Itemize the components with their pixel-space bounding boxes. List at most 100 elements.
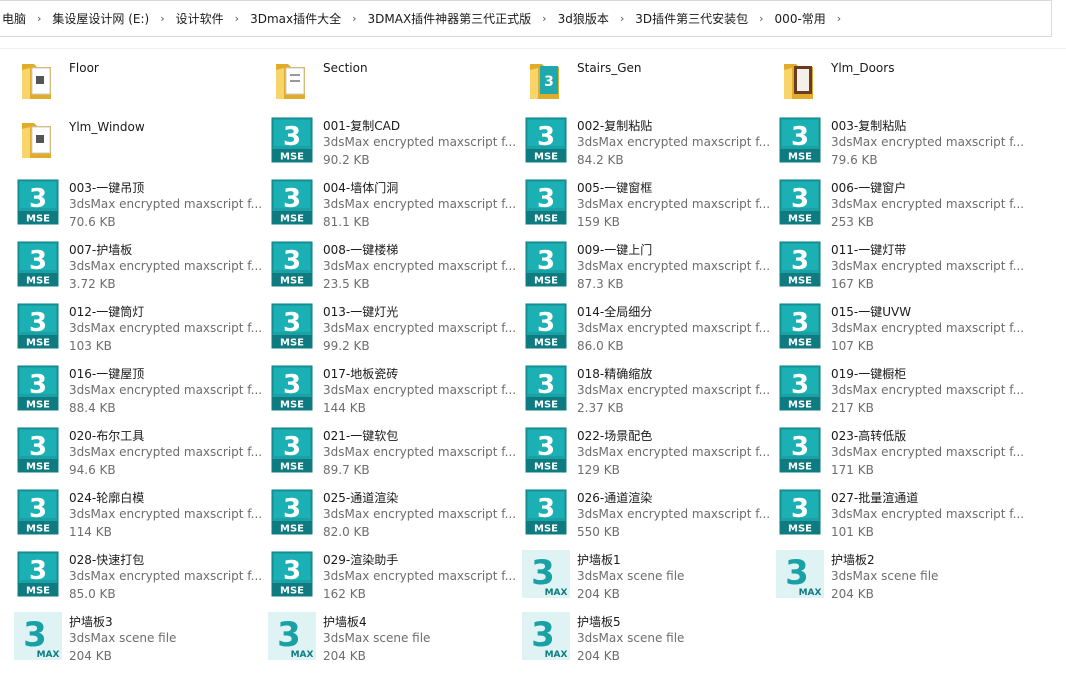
- file-item[interactable]: 3 MSE 011-一键灯带 3dsMax encrypted maxscript f…: [776, 237, 1026, 295]
- file-item[interactable]: 3 MSE 028-快速打包 3dsMax encrypted maxscript f…: [14, 547, 264, 605]
- max-scene-file-icon: 3 MAX: [776, 550, 826, 600]
- file-item[interactable]: 3 MSE 016-一键屋顶 3dsMax encrypted maxscript f…: [14, 361, 264, 419]
- folder-item[interactable]: Section: [268, 54, 518, 112]
- file-item[interactable]: 3 MAX 护墙板1 3dsMax scene file 204 KB: [522, 547, 772, 605]
- file-size: 114 KB: [69, 525, 112, 539]
- file-type: 3dsMax encrypted maxscript f...: [323, 383, 517, 397]
- svg-text:3: 3: [537, 246, 555, 276]
- file-item[interactable]: 3 MSE 004-墙体门洞 3dsMax encrypted maxscript f…: [268, 175, 518, 233]
- folder-item[interactable]: Floor: [14, 54, 264, 112]
- file-item[interactable]: 3 MSE 012-一键筒灯 3dsMax encrypted maxscript f…: [14, 299, 264, 357]
- file-name: 002-复制粘贴: [577, 119, 653, 133]
- svg-text:MSE: MSE: [26, 586, 50, 597]
- file-item[interactable]: 3 MSE 015-一键UVW 3dsMax encrypted maxscript …: [776, 299, 1026, 357]
- svg-text:3: 3: [23, 615, 47, 655]
- file-item[interactable]: 3 MSE 009-一键上门 3dsMax encrypted maxscript f…: [522, 237, 772, 295]
- file-item[interactable]: 3 MAX 护墙板4 3dsMax scene file 204 KB: [268, 609, 518, 667]
- file-type: 3dsMax encrypted maxscript f...: [69, 197, 263, 211]
- maxscript-file-icon: 3 MSE: [270, 364, 320, 414]
- breadcrumb-item[interactable]: 3Dmax插件大全: [248, 10, 343, 27]
- chevron-right-icon[interactable]: ›: [533, 12, 555, 25]
- file-name: 028-快速打包: [69, 553, 145, 567]
- svg-text:3: 3: [29, 246, 47, 276]
- breadcrumb-item[interactable]: 集设屋设计网 (E:): [50, 10, 151, 27]
- file-item[interactable]: 3 MSE 020-布尔工具 3dsMax encrypted maxscript f…: [14, 423, 264, 481]
- file-item[interactable]: 3 MSE 025-通道渲染 3dsMax encrypted maxscript f…: [268, 485, 518, 543]
- file-item[interactable]: 3 MAX 护墙板5 3dsMax scene file 204 KB: [522, 609, 772, 667]
- file-item[interactable]: 3 MSE 003-一键吊顶 3dsMax encrypted maxscript f…: [14, 175, 264, 233]
- maxscript-file-icon: 3 MSE: [16, 302, 66, 352]
- file-type: 3dsMax encrypted maxscript f...: [831, 383, 1025, 397]
- svg-text:3: 3: [791, 308, 809, 338]
- file-size: 3.72 KB: [69, 277, 116, 291]
- file-type: 3dsMax encrypted maxscript f...: [69, 321, 263, 335]
- file-item[interactable]: 3 MSE 002-复制粘贴 3dsMax encrypted maxscript f…: [522, 113, 772, 171]
- breadcrumb-item[interactable]: 设计软件: [174, 10, 226, 27]
- file-item[interactable]: 3 MSE 005-一键窗框 3dsMax encrypted maxscript f…: [522, 175, 772, 233]
- maxscript-file-icon: 3 MSE: [524, 240, 574, 290]
- file-item[interactable]: 3 MSE 026-通道渲染 3dsMax encrypted maxscript f…: [522, 485, 772, 543]
- file-item[interactable]: 3 MSE 027-批量渲通道 3dsMax encrypted maxscript …: [776, 485, 1026, 543]
- file-item[interactable]: 3 MAX 护墙板2 3dsMax scene file 204 KB: [776, 547, 1026, 605]
- file-item[interactable]: 3 MSE 019-一键橱柜 3dsMax encrypted maxscript f…: [776, 361, 1026, 419]
- maxscript-file-icon: 3 MSE: [524, 426, 574, 476]
- chevron-right-icon[interactable]: ›: [151, 12, 173, 25]
- max-scene-file-icon: 3 MAX: [522, 612, 572, 662]
- breadcrumb-item[interactable]: 000-常用: [773, 10, 828, 27]
- chevron-right-icon[interactable]: ›: [611, 12, 633, 25]
- file-size: 217 KB: [831, 401, 874, 415]
- file-name: 020-布尔工具: [69, 429, 145, 443]
- file-item[interactable]: 3 MSE 014-全局细分 3dsMax encrypted maxscript f…: [522, 299, 772, 357]
- breadcrumb-item[interactable]: 3D插件第三代安装包: [633, 10, 750, 27]
- svg-text:3: 3: [531, 553, 555, 593]
- file-size: 144 KB: [323, 401, 366, 415]
- folder-item[interactable]: Ylm_Doors: [776, 54, 1026, 112]
- maxscript-file-icon: 3 MSE: [778, 488, 828, 538]
- svg-text:MSE: MSE: [534, 152, 558, 163]
- file-item[interactable]: 3 MSE 018-精确缩放 3dsMax encrypted maxscript f…: [522, 361, 772, 419]
- svg-text:3: 3: [544, 74, 554, 90]
- svg-text:MSE: MSE: [26, 462, 50, 473]
- file-name: 018-精确缩放: [577, 367, 653, 381]
- breadcrumb-item[interactable]: 3d狼版本: [556, 10, 611, 27]
- file-item[interactable]: 3 MSE 003-复制粘贴 3dsMax encrypted maxscript f…: [776, 113, 1026, 171]
- svg-text:3: 3: [537, 308, 555, 338]
- chevron-right-icon[interactable]: ›: [28, 12, 50, 25]
- file-type: 3dsMax encrypted maxscript f...: [577, 321, 771, 335]
- file-size: 85.0 KB: [69, 587, 116, 601]
- file-name: 003-一键吊顶: [69, 181, 145, 195]
- chevron-right-icon[interactable]: ›: [226, 12, 248, 25]
- file-item[interactable]: 3 MSE 007-护墙板 3dsMax encrypted maxscript f.…: [14, 237, 264, 295]
- svg-text:MSE: MSE: [26, 214, 50, 225]
- file-type: 3dsMax encrypted maxscript f...: [831, 445, 1025, 459]
- folder-icon: [270, 54, 320, 104]
- file-name: 护墙板2: [831, 553, 875, 567]
- chevron-right-icon[interactable]: ›: [343, 12, 365, 25]
- address-bar[interactable]: 电脑 › 集设屋设计网 (E:) › 设计软件 › 3Dmax插件大全 › 3DMAX插件神器第…: [0, 0, 1066, 49]
- svg-text:3: 3: [785, 553, 809, 593]
- file-item[interactable]: 3 MAX 护墙板3 3dsMax scene file 204 KB: [14, 609, 264, 667]
- file-item[interactable]: 3 MSE 001-复制CAD 3dsMax encrypted maxscript …: [268, 113, 518, 171]
- file-item[interactable]: 3 MSE 023-高转低版 3dsMax encrypted maxscript f…: [776, 423, 1026, 481]
- file-item[interactable]: 3 MSE 013-一键灯光 3dsMax encrypted maxscript f…: [268, 299, 518, 357]
- breadcrumb-item[interactable]: 电脑: [0, 10, 28, 27]
- breadcrumb-item[interactable]: 3DMAX插件神器第三代正式版: [366, 10, 534, 27]
- folder-item[interactable]: 3 Stairs_Gen: [522, 54, 772, 112]
- file-item[interactable]: 3 MSE 008-一键楼梯 3dsMax encrypted maxscript f…: [268, 237, 518, 295]
- chevron-right-icon[interactable]: ›: [750, 12, 772, 25]
- folder-item[interactable]: Ylm_Window: [14, 113, 264, 171]
- svg-text:3: 3: [537, 122, 555, 152]
- file-item[interactable]: 3 MSE 017-地板瓷砖 3dsMax encrypted maxscript f…: [268, 361, 518, 419]
- file-item[interactable]: 3 MSE 006-一键窗户 3dsMax encrypted maxscript f…: [776, 175, 1026, 233]
- chevron-right-icon[interactable]: ›: [828, 12, 850, 25]
- svg-text:MSE: MSE: [280, 214, 304, 225]
- file-item[interactable]: 3 MSE 022-场景配色 3dsMax encrypted maxscript f…: [522, 423, 772, 481]
- file-name: 护墙板5: [577, 615, 621, 629]
- file-name: 006-一键窗户: [831, 181, 907, 195]
- file-size: 162 KB: [323, 587, 366, 601]
- file-item[interactable]: 3 MSE 021-一键软包 3dsMax encrypted maxscript f…: [268, 423, 518, 481]
- file-item[interactable]: 3 MSE 024-轮廓白模 3dsMax encrypted maxscript f…: [14, 485, 264, 543]
- file-item[interactable]: 3 MSE 029-渲染助手 3dsMax encrypted maxscript f…: [268, 547, 518, 605]
- file-name: 护墙板4: [323, 615, 367, 629]
- file-size: 81.1 KB: [323, 215, 370, 229]
